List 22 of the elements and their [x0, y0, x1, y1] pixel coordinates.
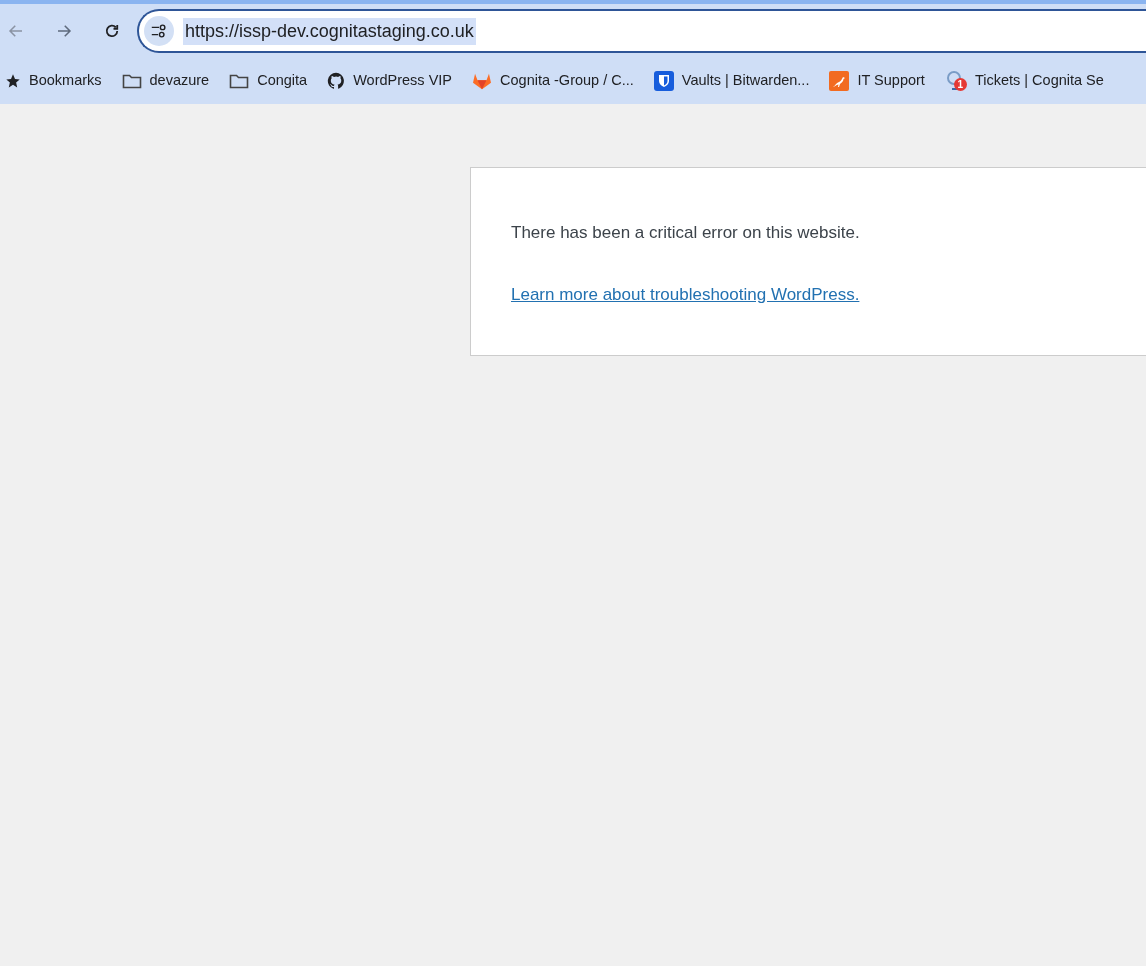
- bookmark-item[interactable]: WordPress VIP: [327, 70, 453, 92]
- address-bar[interactable]: https://issp-dev.cognitastaging.co.uk: [137, 9, 1146, 53]
- folder-icon: [121, 73, 142, 89]
- error-message: There has been a critical error on this website.: [511, 222, 861, 244]
- bookmark-item[interactable]: 1 Tickets | Cognita Se: [944, 70, 1104, 92]
- fox-logo-icon: [472, 72, 493, 90]
- reload-icon: [103, 22, 121, 40]
- url-text[interactable]: https://issp-dev.cognitastaging.co.uk: [183, 17, 476, 45]
- kangaroo-logo-icon: [829, 71, 850, 91]
- star-icon: [5, 73, 21, 89]
- bookmark-item[interactable]: Vaults | Bitwarden...: [653, 70, 810, 92]
- folder-icon: [229, 73, 250, 89]
- count-badge: 1: [953, 78, 967, 91]
- bookmark-item[interactable]: devazure: [121, 70, 210, 92]
- bookmark-item[interactable]: Congita: [229, 70, 308, 92]
- cat-logo-icon: [327, 72, 346, 90]
- shield-logo-icon: [653, 71, 674, 91]
- bookmark-item[interactable]: IT Support: [829, 70, 925, 92]
- bookmark-item[interactable]: Bookmarks: [5, 70, 102, 92]
- site-settings-icon[interactable]: [144, 16, 174, 46]
- troubleshooting-link[interactable]: Learn more about troubleshooting WordPress.: [511, 281, 860, 307]
- bookmark-item[interactable]: Cognita -Group / C...: [472, 70, 634, 92]
